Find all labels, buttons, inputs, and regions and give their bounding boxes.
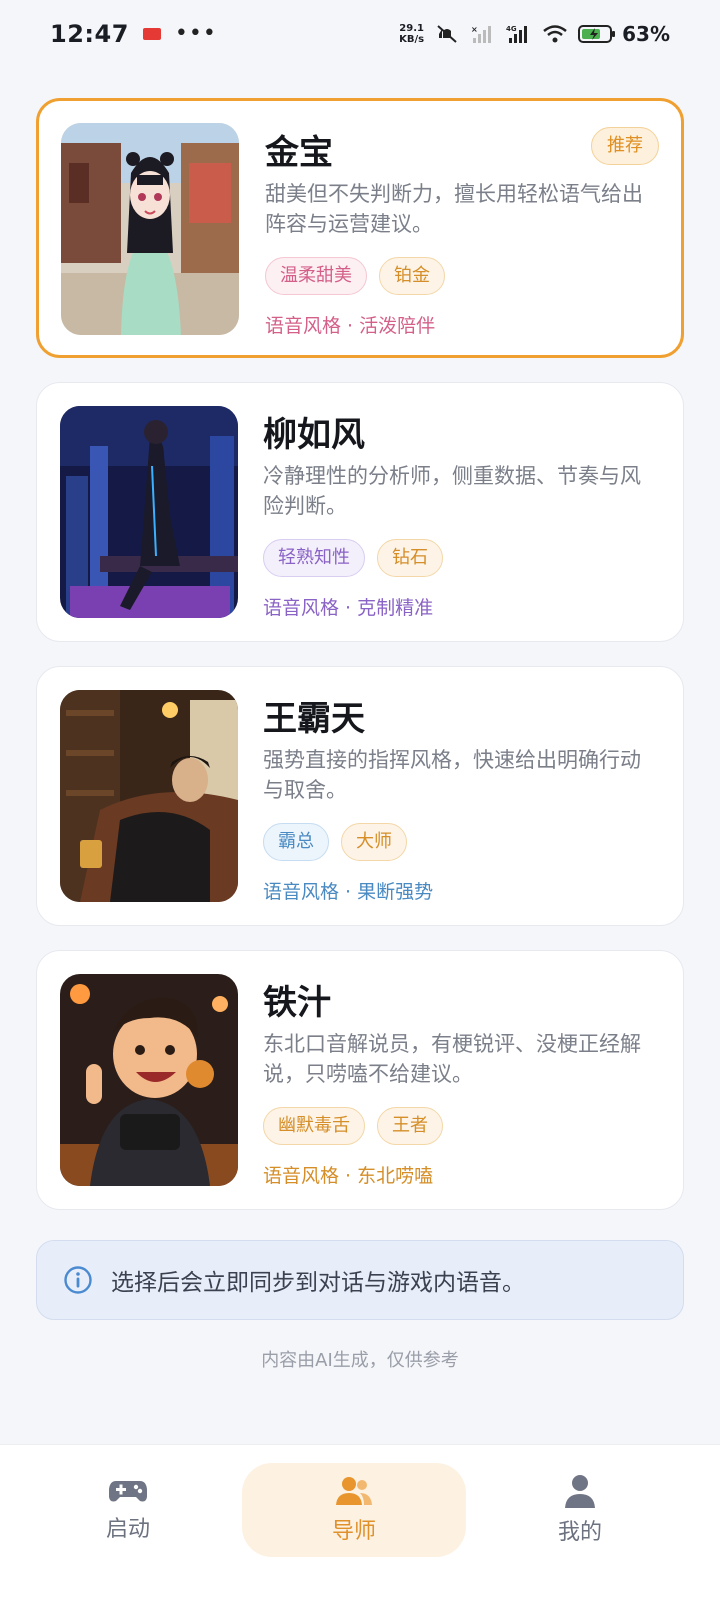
advisor-name: 柳如风: [263, 415, 365, 455]
tab-mentor[interactable]: 导师: [242, 1463, 466, 1557]
app-notification-icon: [142, 28, 161, 40]
advisor-card-wangbatian[interactable]: 王霸天 强势直接的指挥风格，快速给出明确行动与取舍。 霸总 大师 语音风格 · …: [36, 666, 684, 926]
rank-tag: 钻石: [377, 539, 443, 577]
tab-label: 导师: [331, 1519, 376, 1544]
status-bar: 12:47 ••• 29.1 KB/s × 4G 63%: [0, 0, 720, 68]
mute-icon: [437, 25, 457, 43]
info-icon: [64, 1266, 92, 1294]
advisor-name: 王霸天: [263, 699, 365, 739]
wifi-icon: [543, 25, 567, 43]
advisor-card-jinbao[interactable]: 金宝 推荐 甜美但不失判断力，擅长用轻松语气给出阵容与运营建议。 温柔甜美 铂金…: [36, 98, 684, 358]
advisor-description: 强势直接的指挥风格，快速给出明确行动与取舍。: [263, 748, 641, 802]
svg-text:×: ×: [471, 25, 478, 34]
advisor-name: 铁汁: [263, 983, 331, 1023]
voice-style: 语音风格 · 克制精准: [263, 597, 434, 619]
more-notifications-icon: •••: [174, 21, 217, 46]
rank-tag: 王者: [377, 1107, 443, 1145]
svg-text:4G: 4G: [506, 25, 517, 33]
tab-label: 启动: [105, 1517, 150, 1542]
gamepad-icon: [109, 1481, 147, 1502]
signal-4g-icon: 4G: [506, 25, 528, 43]
personality-tag: 霸总: [263, 823, 329, 861]
advisor-card-liurufeng[interactable]: 柳如风 冷静理性的分析师，侧重数据、节奏与风险判断。 轻熟知性 钻石 语音风格 …: [36, 382, 684, 642]
tab-label: 我的: [557, 1520, 602, 1545]
avatar: [60, 974, 238, 1186]
tab-launch[interactable]: 启动: [16, 1463, 240, 1557]
battery-percent: 63%: [622, 22, 670, 46]
voice-style: 语音风格 · 活泼陪伴: [265, 315, 436, 337]
sync-info-banner: 选择后会立即同步到对话与游戏内语音。: [36, 1240, 684, 1320]
net-speed: 29.1 KB/s: [399, 23, 425, 45]
advisor-description: 东北口音解说员，有梗锐评、没梗正经解说，只唠嗑不给建议。: [263, 1032, 641, 1086]
rank-tag: 大师: [341, 823, 407, 861]
bottom-tab-bar: 启动 导师 我的: [0, 1444, 720, 1600]
avatar: [61, 123, 239, 335]
advisor-description: 甜美但不失判断力，擅长用轻松语气给出阵容与运营建议。: [265, 182, 643, 236]
signal-icon: ×: [471, 25, 492, 43]
rank-tag: 铂金: [379, 257, 445, 295]
personality-tag: 轻熟知性: [263, 539, 365, 577]
tab-mine[interactable]: 我的: [468, 1463, 692, 1557]
personality-tag: 温柔甜美: [265, 257, 367, 295]
status-time: 12:47: [50, 20, 129, 48]
voice-style: 语音风格 · 果断强势: [263, 881, 434, 903]
user-icon: [565, 1475, 595, 1508]
avatar: [60, 690, 238, 902]
info-text: 选择后会立即同步到对话与游戏内语音。: [111, 1270, 525, 1296]
voice-style: 语音风格 · 东北唠嗑: [263, 1165, 434, 1187]
advisor-description: 冷静理性的分析师，侧重数据、节奏与风险判断。: [263, 464, 641, 518]
ai-disclaimer: 内容由AI生成，仅供参考: [261, 1350, 459, 1371]
advisor-card-tiezhi[interactable]: 铁汁 东北口音解说员，有梗锐评、没梗正经解说，只唠嗑不给建议。 幽默毒舌 王者 …: [36, 950, 684, 1210]
avatar: [60, 406, 238, 618]
battery-icon: [578, 25, 616, 43]
users-icon: [336, 1477, 372, 1505]
personality-tag: 幽默毒舌: [263, 1107, 365, 1145]
advisor-name: 金宝: [265, 133, 333, 173]
recommended-badge: 推荐: [591, 127, 659, 165]
